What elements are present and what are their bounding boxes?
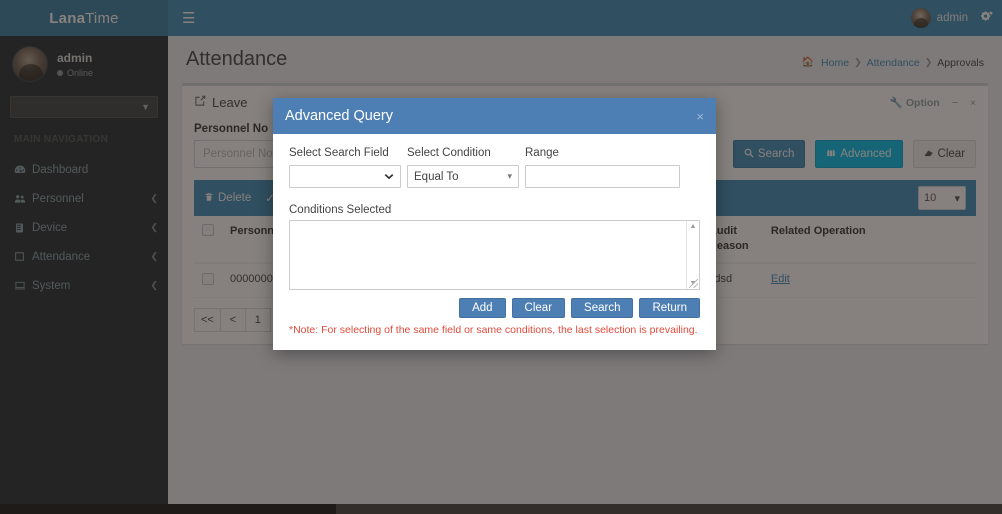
advanced-query-modal: Advanced Query × Select Search Field Sel… [273,98,716,350]
modal-clear-button[interactable]: Clear [511,298,566,318]
close-icon[interactable]: × [696,110,704,123]
add-button[interactable]: Add [459,298,506,318]
modal-header: Advanced Query × [273,98,716,134]
range-input[interactable] [525,165,680,188]
modal-body: Select Search Field Select Condition Equ… [273,134,716,350]
taskbar-window-area [336,504,1002,514]
return-button[interactable]: Return [639,298,700,318]
search-field-group: Select Search Field [289,147,401,188]
textarea-resize-handle[interactable] [689,279,698,288]
modal-button-row: Add Clear Search Return [289,298,700,318]
range-group: Range [525,147,680,188]
query-fields-row: Select Search Field Select Condition Equ… [289,147,700,188]
condition-select[interactable]: Equal To ▾ [407,165,519,188]
search-field-select[interactable] [289,165,401,188]
modal-search-button[interactable]: Search [571,298,634,318]
condition-value: Equal To [414,170,459,183]
range-label: Range [525,147,559,159]
os-taskbar [0,504,1002,514]
condition-label: Select Condition [407,147,491,159]
conditions-selected-label: Conditions Selected [289,204,392,216]
condition-group: Select Condition Equal To ▾ [407,147,519,188]
application-window: LanaTime admin Online ▼ MAIN NAVIGATION … [0,0,1002,514]
modal-title: Advanced Query [285,108,394,124]
modal-note: *Note: For selecting of the same field o… [289,324,698,336]
conditions-selected-textarea[interactable]: ▲ ▼ [289,220,700,290]
chevron-down-icon: ▾ [507,171,512,181]
scroll-up-icon[interactable]: ▲ [690,223,697,230]
search-field-label: Select Search Field [289,147,389,159]
chevron-down-icon [384,172,394,182]
